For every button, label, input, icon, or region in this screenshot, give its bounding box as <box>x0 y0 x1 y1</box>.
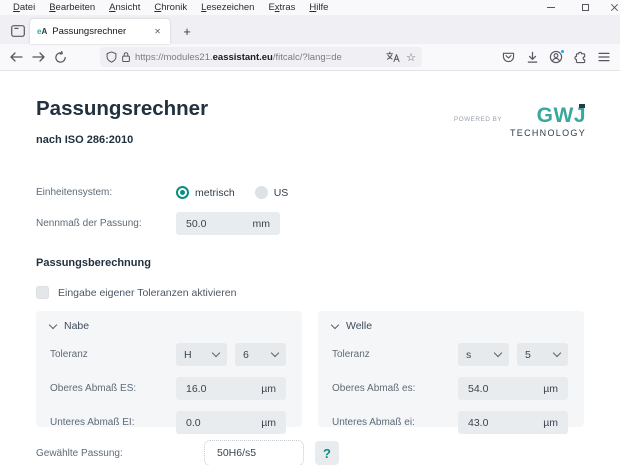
nominal-size-unit: mm <box>253 218 271 230</box>
back-icon <box>10 52 23 62</box>
shaft-panel-title: Welle <box>346 320 372 332</box>
hub-upper-deviation-input[interactable]: 16.0µm <box>176 377 286 400</box>
menu-datei[interactable]: Datei <box>6 2 42 13</box>
shaft-panel: Welle Toleranz s 5 Oberes Abmaß es: 54.0… <box>318 311 584 427</box>
account-notification-dot <box>560 49 565 54</box>
extensions-button[interactable] <box>570 47 590 67</box>
close-icon <box>610 3 619 12</box>
selected-fit-label: Gewählte Passung: <box>36 448 204 459</box>
translate-icon <box>386 51 400 63</box>
firefox-view-icon <box>11 25 25 37</box>
menu-bearbeiten[interactable]: Bearbeiten <box>42 2 102 13</box>
hub-panel-header[interactable]: Nabe <box>50 320 286 332</box>
powered-by-block: POWERED BY GWJ TECHNOLOGY <box>454 105 586 138</box>
chevron-down-icon <box>494 349 502 357</box>
hub-upper-deviation-label: Oberes Abmaß ES: <box>50 383 176 394</box>
chevron-down-icon <box>271 349 279 357</box>
menu-hilfe[interactable]: Hilfe <box>302 2 335 13</box>
downloads-button[interactable] <box>522 47 542 67</box>
hub-lower-deviation-input[interactable]: 0.0µm <box>176 411 286 434</box>
tab-bar: eA Passungsrechner ✕ + <box>0 15 620 44</box>
address-bar[interactable]: https://modules21.eassistant.eu/fitcalc/… <box>100 47 422 67</box>
menu-chronik[interactable]: Chronik <box>147 2 194 13</box>
shaft-upper-deviation-input[interactable]: 54.0µm <box>458 377 568 400</box>
firefox-view-button[interactable] <box>6 19 30 43</box>
unit-system-label: Einheitensystem: <box>36 187 176 198</box>
forward-button[interactable] <box>28 47 48 67</box>
hub-lower-deviation-label: Unteres Abmaß EI: <box>50 417 176 428</box>
radio-metric[interactable]: metrisch <box>176 186 235 199</box>
fit-help-button[interactable]: ? <box>315 441 339 465</box>
bookmark-star-icon[interactable]: ☆ <box>406 51 416 64</box>
chevron-down-icon <box>553 349 561 357</box>
pocket-button[interactable] <box>498 47 518 67</box>
translate-button[interactable] <box>383 47 403 67</box>
shaft-panel-header[interactable]: Welle <box>332 320 568 332</box>
shaft-lower-deviation-label: Unteres Abmaß ei: <box>332 417 458 428</box>
custom-tolerance-label: Eingabe eigener Toleranzen aktivieren <box>58 287 236 299</box>
close-button[interactable] <box>602 0 620 15</box>
shaft-tolerance-grade-select[interactable]: 5 <box>517 343 568 366</box>
new-tab-button[interactable]: + <box>176 20 198 42</box>
hub-panel-title: Nabe <box>64 320 89 332</box>
maximize-button[interactable] <box>568 0 602 15</box>
minimize-icon <box>547 7 555 8</box>
extensions-puzzle-icon <box>574 51 587 64</box>
url-text: https://modules21.eassistant.eu/fitcalc/… <box>135 52 342 63</box>
nominal-size-input[interactable]: 50.0 mm <box>176 212 280 235</box>
minimize-button[interactable] <box>534 0 568 15</box>
lock-icon <box>121 51 131 63</box>
selected-fit-value: 50H6/s5 <box>204 440 304 465</box>
shaft-lower-deviation-input[interactable]: 43.0µm <box>458 411 568 434</box>
toolbar-right <box>498 47 614 67</box>
tab-close-icon[interactable]: ✕ <box>152 25 163 38</box>
radio-metric-icon <box>176 186 189 199</box>
custom-tolerance-checkbox-row[interactable]: Eingabe eigener Toleranzen aktivieren <box>36 286 584 299</box>
pocket-icon <box>502 51 515 63</box>
site-favicon: eA <box>37 27 47 36</box>
shaft-upper-deviation-label: Oberes Abmaß es: <box>332 383 458 394</box>
shield-icon <box>106 51 117 63</box>
tab-title: Passungsrechner <box>52 26 147 37</box>
nominal-size-label: Nennmaß der Passung: <box>36 218 176 229</box>
forward-icon <box>32 52 45 62</box>
reload-button[interactable] <box>50 47 70 67</box>
radio-us-icon <box>255 186 268 199</box>
shaft-tolerance-label: Toleranz <box>332 349 458 360</box>
menu-ansicht[interactable]: Ansicht <box>102 2 147 13</box>
downloads-icon <box>526 51 539 64</box>
radio-us[interactable]: US <box>255 186 289 199</box>
menu-extras[interactable]: Extras <box>261 2 302 13</box>
back-button[interactable] <box>6 47 26 67</box>
gwj-logo-subtitle: TECHNOLOGY <box>510 128 586 138</box>
browser-tab[interactable]: eA Passungsrechner ✕ <box>30 19 170 44</box>
hub-tolerance-letter-select[interactable]: H <box>176 343 227 366</box>
hub-tolerance-label: Toleranz <box>50 349 176 360</box>
chevron-down-icon <box>331 320 339 328</box>
account-button[interactable] <box>546 47 566 67</box>
powered-by-label: POWERED BY <box>454 116 502 123</box>
menu-bar: DateiBearbeitenAnsichtChronikLesezeichen… <box>0 0 620 15</box>
reload-icon <box>54 51 67 64</box>
chevron-down-icon <box>49 320 57 328</box>
custom-tolerance-checkbox[interactable] <box>36 286 49 299</box>
gwj-logo: GWJ TECHNOLOGY <box>510 105 586 138</box>
app-menu-button[interactable] <box>594 47 614 67</box>
shaft-tolerance-letter-select[interactable]: s <box>458 343 509 366</box>
chevron-down-icon <box>212 349 220 357</box>
hamburger-menu-icon <box>598 52 610 62</box>
menubar-items: DateiBearbeitenAnsichtChronikLesezeichen… <box>6 2 335 13</box>
page-content: Passungsrechner nach ISO 286:2010 POWERE… <box>0 71 620 464</box>
menu-lesezeichen[interactable]: Lesezeichen <box>194 2 261 13</box>
hub-tolerance-grade-select[interactable]: 6 <box>235 343 286 366</box>
maximize-icon <box>582 4 589 11</box>
window-controls <box>534 0 620 15</box>
section-heading: Passungsberechnung <box>36 257 584 269</box>
navigation-toolbar: https://modules21.eassistant.eu/fitcalc/… <box>0 44 620 71</box>
hub-panel: Nabe Toleranz H 6 Oberes Abmaß ES: 16.0µ… <box>36 311 302 427</box>
